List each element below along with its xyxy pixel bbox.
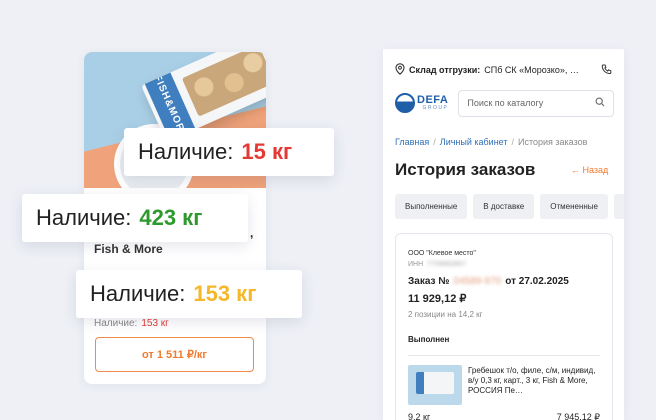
order-card[interactable]: ООО "Клевое место" ИНН 7709983857 Заказ №… xyxy=(395,233,613,420)
order-inn: ИНН 7709983857 xyxy=(408,261,466,268)
stock-badge-medium: Наличие: 153 кг xyxy=(76,270,302,318)
package-window xyxy=(181,52,266,117)
order-number-prefix: Заказ № xyxy=(408,276,450,287)
product-stock-label: Наличие: xyxy=(94,318,138,329)
search-input[interactable]: Поиск по каталогу xyxy=(458,89,614,117)
breadcrumb: Главная / Личный кабинет / История заказов xyxy=(395,137,587,147)
order-sum: 11 929,12 ₽ xyxy=(408,293,467,305)
breadcrumb-separator: / xyxy=(433,137,436,147)
order-item-description[interactable]: Гребешок т/о, филе, с/м, индивид, в/у 0,… xyxy=(468,366,596,396)
warehouse-label: Склад отгрузки: xyxy=(409,65,481,75)
order-positions: 2 позиции на 14,2 кг xyxy=(408,310,483,319)
breadcrumb-current: История заказов xyxy=(518,137,588,147)
stock-badge-label: Наличие: xyxy=(138,139,234,164)
price-button[interactable]: от 1 511 ₽/кг xyxy=(95,337,254,372)
order-filter-tabs: Выполненные В доставке Отмененные xyxy=(395,194,624,219)
tab-cancelled[interactable]: Отмененные xyxy=(540,194,609,219)
stock-badge-label: Наличие: xyxy=(36,205,132,230)
logo-text: DEFA GROUP xyxy=(417,95,448,111)
logo-mark xyxy=(395,93,415,113)
stock-badge-value: 153 кг xyxy=(193,281,257,306)
order-date: от 27.02.2025 xyxy=(505,276,569,287)
location-pin-icon xyxy=(395,63,405,77)
order-item-price: 7 945,12 ₽ xyxy=(556,412,600,420)
divider xyxy=(408,355,600,356)
order-item-image[interactable] xyxy=(408,365,462,405)
order-company: ООО "Клевое место" xyxy=(408,250,476,257)
back-button[interactable]: ← Назад xyxy=(571,165,608,175)
order-number[interactable]: Заказ № 04589-970 от 27.02.2025 xyxy=(408,276,569,287)
stock-badge-high: Наличие: 423 кг xyxy=(22,194,248,242)
tab-more[interactable] xyxy=(614,194,624,219)
arrow-left-icon: ← xyxy=(571,165,580,175)
phone-icon[interactable] xyxy=(601,64,612,77)
stock-badge-label: Наличие: xyxy=(90,281,186,306)
search-icon[interactable] xyxy=(595,97,605,109)
product-brand[interactable]: Fish & More xyxy=(94,242,163,256)
stock-badge-value: 423 кг xyxy=(139,205,203,230)
inn-label: ИНН xyxy=(408,261,424,268)
product-name-clipped: , xyxy=(250,226,254,240)
back-label: Назад xyxy=(582,165,609,175)
tab-completed[interactable]: Выполненные xyxy=(395,194,468,219)
mobile-order-history-screen: Склад отгрузки: СПб СК «Морозко», … DEFA… xyxy=(383,49,624,420)
inn-value: 7709983857 xyxy=(427,261,467,268)
breadcrumb-account[interactable]: Личный кабинет xyxy=(440,137,508,147)
logo-subtitle: GROUP xyxy=(422,105,449,111)
order-item-weight: 9,2 кг xyxy=(408,412,431,420)
header-row: DEFA GROUP Поиск по каталогу xyxy=(395,89,614,117)
product-stock-value: 153 кг xyxy=(141,318,169,329)
page-title: История заказов xyxy=(395,160,536,179)
breadcrumb-separator: / xyxy=(511,137,515,147)
order-status: Выполнен xyxy=(408,335,450,344)
order-number-value: 04589-970 xyxy=(453,276,502,287)
defa-logo[interactable]: DEFA GROUP xyxy=(395,93,448,113)
thumb-package xyxy=(416,372,454,394)
breadcrumb-home[interactable]: Главная xyxy=(395,137,429,147)
warehouse-value: СПб СК «Морозко», … xyxy=(484,65,579,75)
stock-badge-value: 15 кг xyxy=(241,139,293,164)
search-placeholder: Поиск по каталогу xyxy=(467,98,544,108)
tab-in-delivery[interactable]: В доставке xyxy=(473,194,535,219)
warehouse-selector[interactable]: Склад отгрузки: СПб СК «Морозко», … xyxy=(383,49,624,91)
product-stock: Наличие: 153 кг xyxy=(94,318,169,329)
stock-badge-low: Наличие: 15 кг xyxy=(124,128,334,176)
